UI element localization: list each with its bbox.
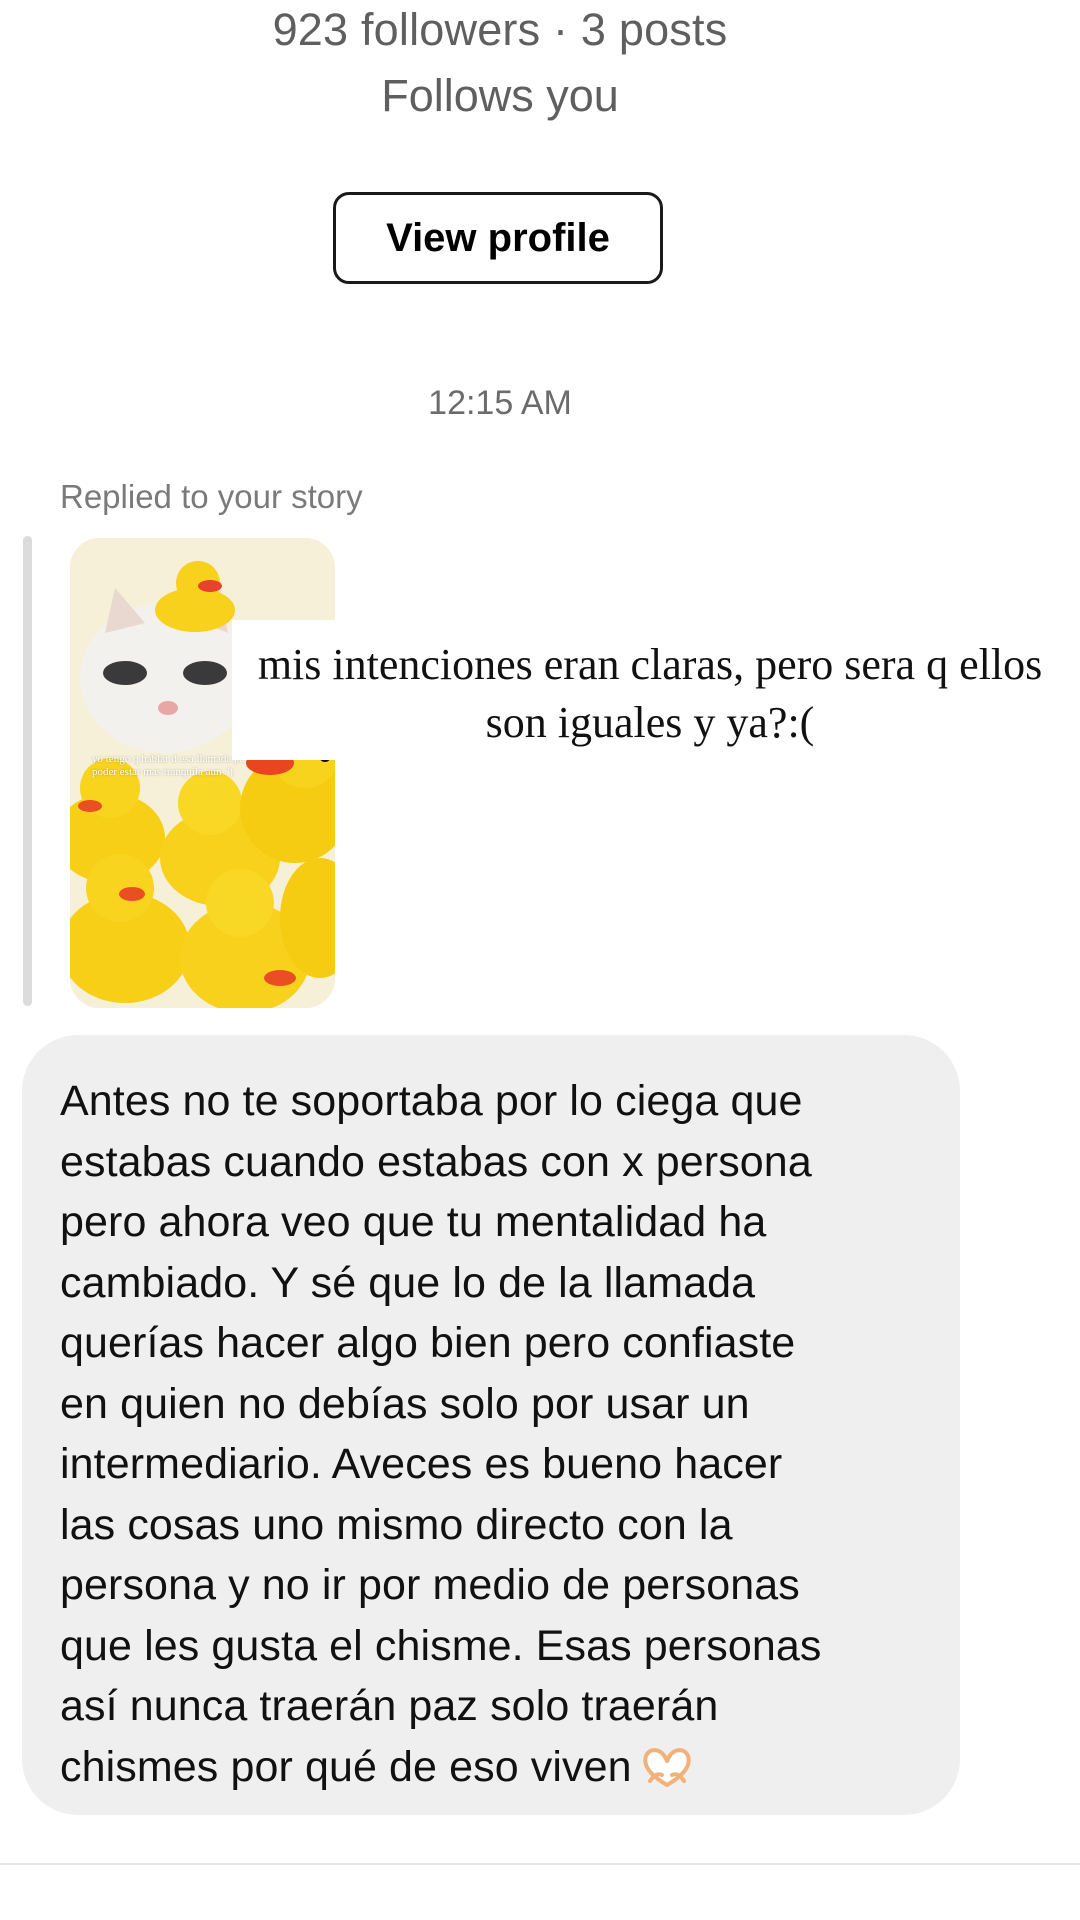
story-caption: mis intenciones eran claras, pero sera q… xyxy=(257,640,1043,747)
profile-stats: 923 followers · 3 posts xyxy=(272,4,728,55)
view-profile-button[interactable]: View profile xyxy=(333,192,663,284)
story-thumbnail[interactable]: yo tengo q hablar d esa llamada pa poder… xyxy=(70,538,335,1008)
story-overlay-text: yo tengo q hablar d esa llamada pa poder… xyxy=(92,753,245,778)
message-body: Antes no te soportaba por lo ciega que e… xyxy=(60,1077,822,1791)
bottom-divider xyxy=(0,1863,1080,1865)
follows-you-label: Follows you xyxy=(381,70,619,121)
story-reply-indicator xyxy=(23,536,32,1006)
message-timestamp: 12:15 AM xyxy=(428,384,572,422)
message-bubble[interactable]: Antes no te soportaba por lo ciega que e… xyxy=(22,1035,960,1815)
replied-to-story-label: Replied to your story xyxy=(60,478,363,515)
message-text: Antes no te soportaba por lo ciega que e… xyxy=(60,1071,920,1805)
heart-hands-icon xyxy=(640,1745,694,1806)
